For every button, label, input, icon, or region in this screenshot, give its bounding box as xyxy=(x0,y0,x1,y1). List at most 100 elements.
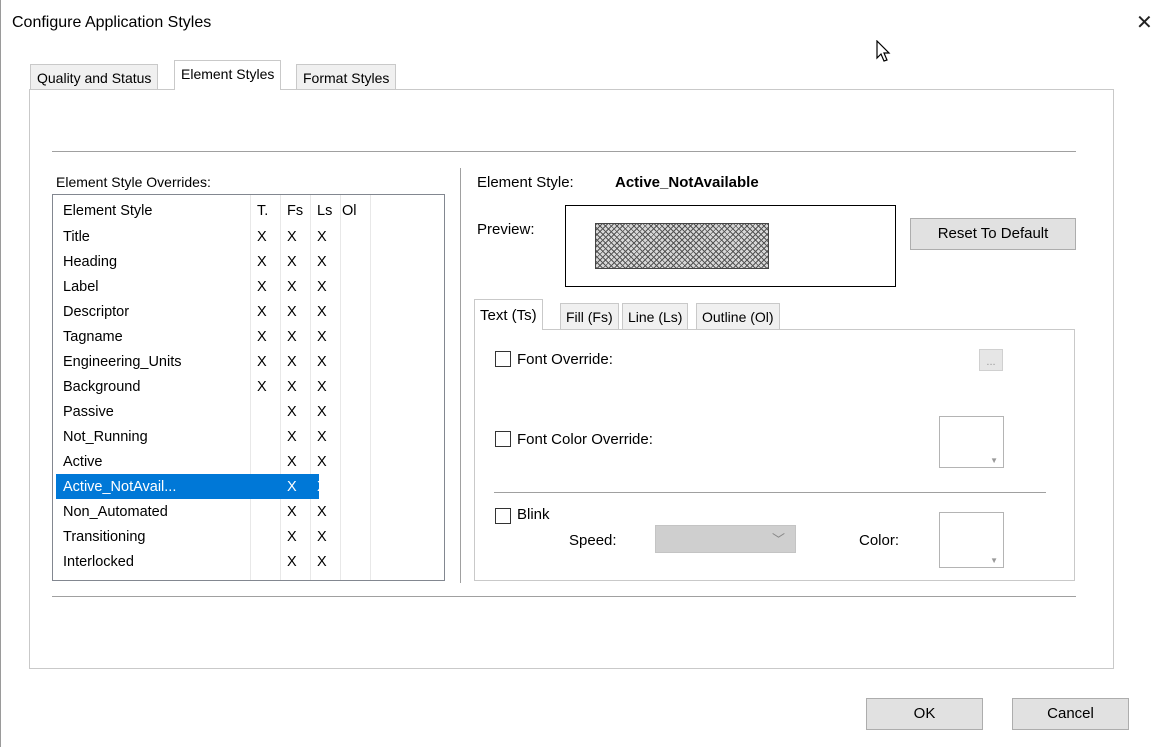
preview-box xyxy=(565,205,896,287)
cell-t: X xyxy=(257,304,267,320)
bottom-divider xyxy=(52,596,1076,597)
cell-ls: X xyxy=(317,504,327,520)
cell-fs: X xyxy=(287,504,297,520)
tab-format-styles[interactable]: Format Styles xyxy=(296,64,397,90)
ok-button[interactable]: OK xyxy=(866,698,983,730)
reset-to-default-button[interactable]: Reset To Default xyxy=(910,218,1076,250)
cell-fs: X xyxy=(287,429,297,445)
cell-t xyxy=(250,499,257,524)
cell-ls: X xyxy=(317,479,327,495)
header-element-style[interactable]: Element Style xyxy=(56,198,152,223)
window-left-border xyxy=(0,0,1,747)
cell-fs: X xyxy=(287,354,297,370)
cell-ls: X xyxy=(317,379,327,395)
cell-ol xyxy=(340,274,347,299)
cell-ls: X xyxy=(317,279,327,295)
cell-element-style: Passive xyxy=(63,404,114,420)
cell-element-style: Interlocked xyxy=(63,554,134,570)
cell-ol xyxy=(340,374,347,399)
font-override-label: Font Override: xyxy=(517,351,613,368)
cell-element-style: Active_NotAvail... xyxy=(63,479,177,495)
color-label: Color: xyxy=(859,532,900,549)
cell-ls: X xyxy=(317,354,327,370)
cell-ol xyxy=(340,499,347,524)
cell-fs: X xyxy=(287,529,297,545)
cell-fs: X xyxy=(287,254,297,270)
column-separator xyxy=(370,195,371,580)
tab-text[interactable]: Text (Ts) xyxy=(474,299,543,330)
cell-element-style: Engineering_Units xyxy=(63,354,182,370)
tab-line[interactable]: Line (Ls) xyxy=(622,303,689,329)
cell-fs: X xyxy=(287,454,297,470)
cell-ol xyxy=(340,524,347,549)
cell-ol xyxy=(340,299,347,324)
cell-ls: X xyxy=(317,454,327,470)
font-color-override-label: Font Color Override: xyxy=(517,431,653,448)
header-fs[interactable]: Fs xyxy=(280,198,303,223)
header-ls[interactable]: Ls xyxy=(310,198,332,223)
blink-checkbox[interactable] xyxy=(495,508,511,524)
cell-t xyxy=(250,549,257,574)
cell-ls: X xyxy=(317,404,327,420)
cell-t: X xyxy=(257,229,267,245)
cell-element-style: Non_Automated xyxy=(63,504,168,520)
speed-label: Speed: xyxy=(569,532,617,549)
tab-element-styles[interactable]: Element Styles xyxy=(174,60,282,90)
cell-fs: X xyxy=(287,229,297,245)
header-t[interactable]: T. xyxy=(250,198,268,223)
cell-element-style: Label xyxy=(63,279,99,295)
dropdown-arrow-icon: ▼ xyxy=(990,556,998,565)
cell-ol xyxy=(340,474,347,499)
dropdown-arrow-icon: ▼ xyxy=(990,456,998,465)
cell-t xyxy=(250,449,257,474)
cell-t xyxy=(250,524,257,549)
cell-fs: X xyxy=(287,554,297,570)
cell-ol xyxy=(340,324,347,349)
blink-color-swatch[interactable]: ▼ xyxy=(939,512,1004,568)
cell-ol xyxy=(340,549,347,574)
cell-ls: X xyxy=(317,304,327,320)
cell-fs: X xyxy=(287,279,297,295)
cell-element-style: Title xyxy=(63,229,90,245)
cell-t: X xyxy=(257,329,267,345)
cell-element-style: Tagname xyxy=(63,329,123,345)
cell-ls: X xyxy=(317,254,327,270)
tab-fill[interactable]: Fill (Fs) xyxy=(560,303,619,329)
blink-label: Blink xyxy=(517,506,550,523)
preview-label: Preview: xyxy=(477,221,535,238)
font-color-override-checkbox[interactable] xyxy=(495,431,511,447)
mouse-cursor-icon xyxy=(876,40,891,62)
blink-divider xyxy=(494,492,1046,493)
cell-t: X xyxy=(257,254,267,270)
font-browse-button[interactable]: ... xyxy=(979,349,1003,371)
cell-t xyxy=(250,424,257,449)
cell-fs: X xyxy=(287,379,297,395)
cell-element-style: Heading xyxy=(63,254,118,270)
cell-element-style: Not_Running xyxy=(63,429,148,445)
font-override-checkbox[interactable] xyxy=(495,351,511,367)
cell-t xyxy=(250,399,257,424)
cell-ol xyxy=(340,349,347,374)
cell-element-style: Descriptor xyxy=(63,304,130,320)
cell-t: X xyxy=(257,379,267,395)
cell-element-style: Transitioning xyxy=(63,529,146,545)
element-style-label: Element Style: xyxy=(477,174,574,191)
cell-ol xyxy=(340,449,347,474)
cancel-button[interactable]: Cancel xyxy=(1012,698,1129,730)
cell-t: X xyxy=(257,354,267,370)
cell-fs: X xyxy=(287,329,297,345)
overrides-listview[interactable]: Element Style T. Fs Ls Ol Title X X X Headin… xyxy=(52,194,445,581)
cell-fs: X xyxy=(287,404,297,420)
overrides-label: Element Style Overrides: xyxy=(56,174,211,190)
close-icon[interactable]: ✕ xyxy=(1136,10,1153,35)
element-style-value: Active_NotAvailable xyxy=(615,174,759,191)
cell-ls: X xyxy=(317,529,327,545)
header-ol[interactable]: Ol xyxy=(335,198,357,223)
cell-ls: X xyxy=(317,329,327,345)
tab-quality-and-status[interactable]: Quality and Status xyxy=(30,64,159,90)
cell-t xyxy=(250,474,257,499)
speed-dropdown[interactable]: ﹀ xyxy=(655,525,796,553)
font-color-swatch[interactable]: ▼ xyxy=(939,416,1004,468)
cell-ol xyxy=(340,424,347,449)
tab-outline[interactable]: Outline (Ol) xyxy=(696,303,780,329)
